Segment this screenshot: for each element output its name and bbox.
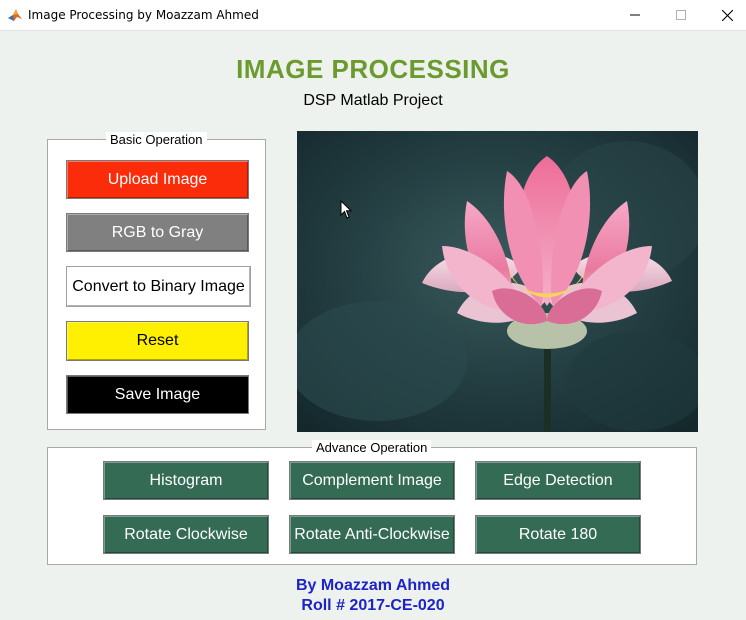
matlab-icon (7, 7, 23, 23)
save-image-button[interactable]: Save Image (66, 375, 249, 414)
edge-detection-button[interactable]: Edge Detection (475, 461, 641, 500)
reset-button[interactable]: Reset (66, 321, 249, 361)
maximize-icon (676, 10, 686, 20)
roll-number: Roll # 2017-CE-020 (301, 597, 445, 614)
minimize-button[interactable] (612, 0, 658, 30)
window-title: Image Processing by Moazzam Ahmed (28, 8, 259, 22)
page-subtitle: DSP Matlab Project (303, 92, 443, 109)
basic-operation-panel: Basic Operation Upload Image RGB to Gray… (47, 132, 266, 430)
convert-to-binary-button[interactable]: Convert to Binary Image (66, 266, 251, 307)
rotate-anticlockwise-button[interactable]: Rotate Anti-Clockwise (289, 515, 455, 554)
complement-image-button[interactable]: Complement Image (289, 461, 455, 500)
lotus-flower-image (297, 131, 698, 432)
rotate-clockwise-button[interactable]: Rotate Clockwise (103, 515, 269, 554)
mouse-cursor-icon (340, 200, 353, 219)
upload-image-button[interactable]: Upload Image (66, 160, 249, 199)
rotate-180-button[interactable]: Rotate 180 (475, 515, 641, 554)
advance-operation-panel: Advance Operation Histogram Complement I… (47, 440, 697, 565)
close-icon (721, 9, 733, 21)
minimize-icon (630, 14, 640, 16)
author-credit: By Moazzam Ahmed (295, 577, 451, 594)
close-button[interactable] (704, 0, 746, 30)
histogram-button[interactable]: Histogram (103, 461, 269, 500)
window-titlebar: Image Processing by Moazzam Ahmed (0, 0, 746, 31)
image-display (297, 131, 698, 432)
basic-operation-title: Basic Operation (106, 132, 207, 147)
rgb-to-gray-button[interactable]: RGB to Gray (66, 213, 249, 252)
page-title: IMAGE PROCESSING (236, 54, 510, 84)
advance-operation-title: Advance Operation (312, 440, 432, 455)
maximize-button[interactable] (658, 0, 704, 30)
